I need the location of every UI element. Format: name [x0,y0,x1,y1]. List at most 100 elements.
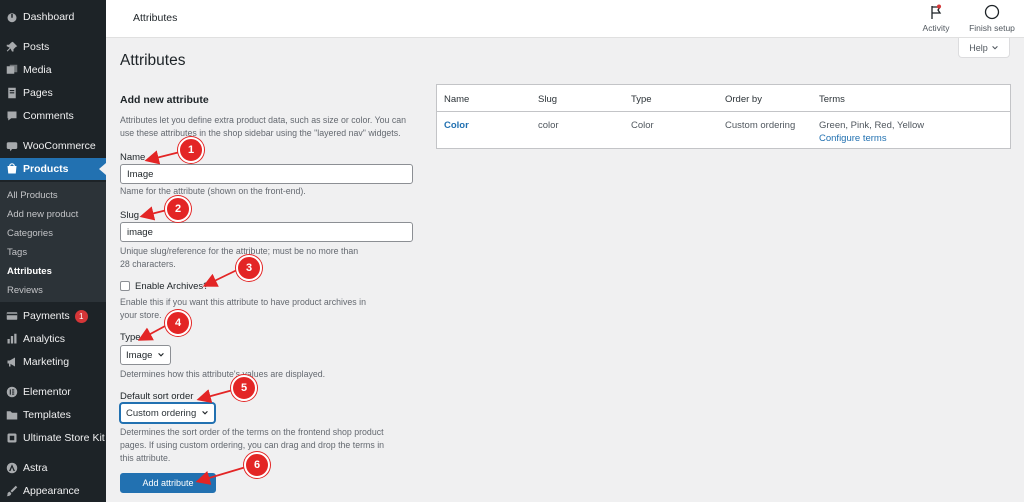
analytics-icon [5,332,19,346]
submenu-item-add-new-product[interactable]: Add new product [7,209,78,220]
submenu-item-tags[interactable]: Tags [7,247,27,258]
sidebar-item-products[interactable]: Products [0,158,106,180]
progress-circle-icon [984,4,1000,20]
finish-setup-label: Finish setup [969,23,1015,33]
attribute-type: Color [631,120,654,131]
sort-order-select[interactable]: Custom ordering [120,403,216,423]
sidebar-item-media[interactable]: Media [0,59,106,81]
annotation-marker-2: 2 [165,196,191,222]
slug-label: Slug [120,210,140,221]
finish-setup-button[interactable]: Finish setup [964,4,1020,33]
attribute-order-by: Custom ordering [725,120,796,131]
page-title: Attributes [120,52,186,69]
sidebar-separator [0,130,106,131]
elementor-icon [5,385,19,399]
products-icon [5,162,19,176]
archives-description-line-1: Enable this if you want this attribute t… [120,297,366,307]
sidebar-item-label: Comments [23,110,74,122]
sidebar-item-posts[interactable]: Posts [0,36,106,58]
sort-order-selected-value: Custom ordering [126,407,197,419]
sidebar-item-label: Pages [23,87,53,99]
type-selected-value: Image [126,349,153,361]
sidebar-item-comments[interactable]: Comments [0,105,106,127]
sidebar-item-label: Posts [23,41,50,53]
sidebar-item-templates[interactable]: Templates [0,404,106,426]
store-kit-icon [5,431,19,445]
megaphone-icon [5,355,19,369]
sidebar-item-elementor[interactable]: Elementor [0,381,106,403]
woocommerce-icon [5,139,19,153]
slug-input[interactable] [120,222,413,242]
sort-description-line-3: this attribute. [120,453,171,463]
submenu-item-reviews[interactable]: Reviews [7,285,43,296]
sort-description-line-2: pages. If using custom ordering, you can… [120,440,385,450]
help-button[interactable]: Help [958,38,1010,58]
folder-icon [5,408,19,422]
help-label: Help [969,42,988,53]
name-label: Name [120,152,146,163]
add-attribute-button[interactable]: Add attribute [120,473,216,493]
sidebar-item-ultimate-store-kit[interactable]: Ultimate Store Kit [0,427,106,449]
slug-description-line-2: 28 characters. [120,259,176,269]
attribute-terms: Green, Pink, Red, Yellow Configure terms [819,119,924,145]
pin-icon [5,40,19,54]
type-select[interactable]: Image [120,345,172,365]
chevron-down-icon [158,353,165,357]
annotation-marker-4: 4 [165,310,191,336]
media-icon [5,63,19,77]
sidebar-separator [0,452,106,453]
sidebar-item-astra[interactable]: Astra [0,457,106,479]
annotation-marker-1: 1 [178,137,204,163]
name-description: Name for the attribute (shown on the fro… [120,186,306,196]
sidebar-item-label: Elementor [23,386,71,398]
archives-description-line-2: your store. [120,310,162,320]
sidebar-item-label: Templates [23,409,71,421]
sidebar-item-label: WooCommerce [23,140,96,152]
type-description: Determines how this attribute's values a… [120,369,326,379]
configure-terms-link[interactable]: Configure terms [819,133,887,144]
payments-icon [5,309,19,323]
header-title: Attributes [133,12,178,24]
name-input[interactable] [120,164,413,184]
submenu-item-categories[interactable]: Categories [7,228,53,239]
sidebar-item-payments[interactable]: Payments 1 [0,305,106,327]
sidebar-item-label: Analytics [23,333,66,345]
sidebar-item-label: Appearance [23,485,80,497]
chevron-down-icon [991,45,998,50]
column-header-name[interactable]: Name [444,94,469,105]
column-header-slug: Slug [538,94,558,105]
sidebar-item-label: Dashboard [23,11,75,23]
chevron-down-icon [202,411,209,415]
submenu-item-all-products[interactable]: All Products [7,190,58,201]
sidebar-item-appearance[interactable]: Appearance [0,480,106,502]
attribute-slug: color [538,120,559,131]
sidebar-separator [0,31,106,32]
top-header-bar: Attributes Activity Finish setup [106,0,1024,38]
admin-sidebar: Dashboard Posts Media Pages Comments Woo… [0,0,106,502]
sort-order-label: Default sort order [120,391,194,402]
sidebar-item-woocommerce[interactable]: WooCommerce [0,135,106,157]
attribute-name-link[interactable]: Color [444,119,469,132]
attribute-terms-list: Green, Pink, Red, Yellow [819,120,925,131]
astra-icon [5,461,19,475]
submenu-item-attributes[interactable]: Attributes [7,266,52,277]
slug-description-line-1: Unique slug/reference for the attribute;… [120,246,359,256]
enable-archives-label: Enable Archives? [135,281,209,292]
brush-icon [5,484,19,498]
sidebar-item-dashboard[interactable]: Dashboard [0,6,106,28]
sidebar-item-analytics[interactable]: Analytics [0,328,106,350]
form-heading: Add new attribute [120,94,209,106]
sidebar-separator [0,376,106,377]
products-submenu: All Products Add new product Categories … [0,182,106,302]
sidebar-item-label: Astra [23,462,48,474]
enable-archives-checkbox[interactable] [120,281,130,291]
attributes-table: Name Slug Type Order by Terms Color colo… [436,84,1011,149]
annotation-marker-3: 3 [236,255,262,281]
column-header-order-by: Order by [725,94,762,105]
table-header-row: Name Slug Type Order by Terms [437,85,1010,112]
sidebar-item-marketing[interactable]: Marketing [0,351,106,373]
comment-icon [5,109,19,123]
sidebar-item-pages[interactable]: Pages [0,82,106,104]
activity-button[interactable]: Activity [918,4,954,33]
sidebar-item-label: Payments [23,310,70,322]
